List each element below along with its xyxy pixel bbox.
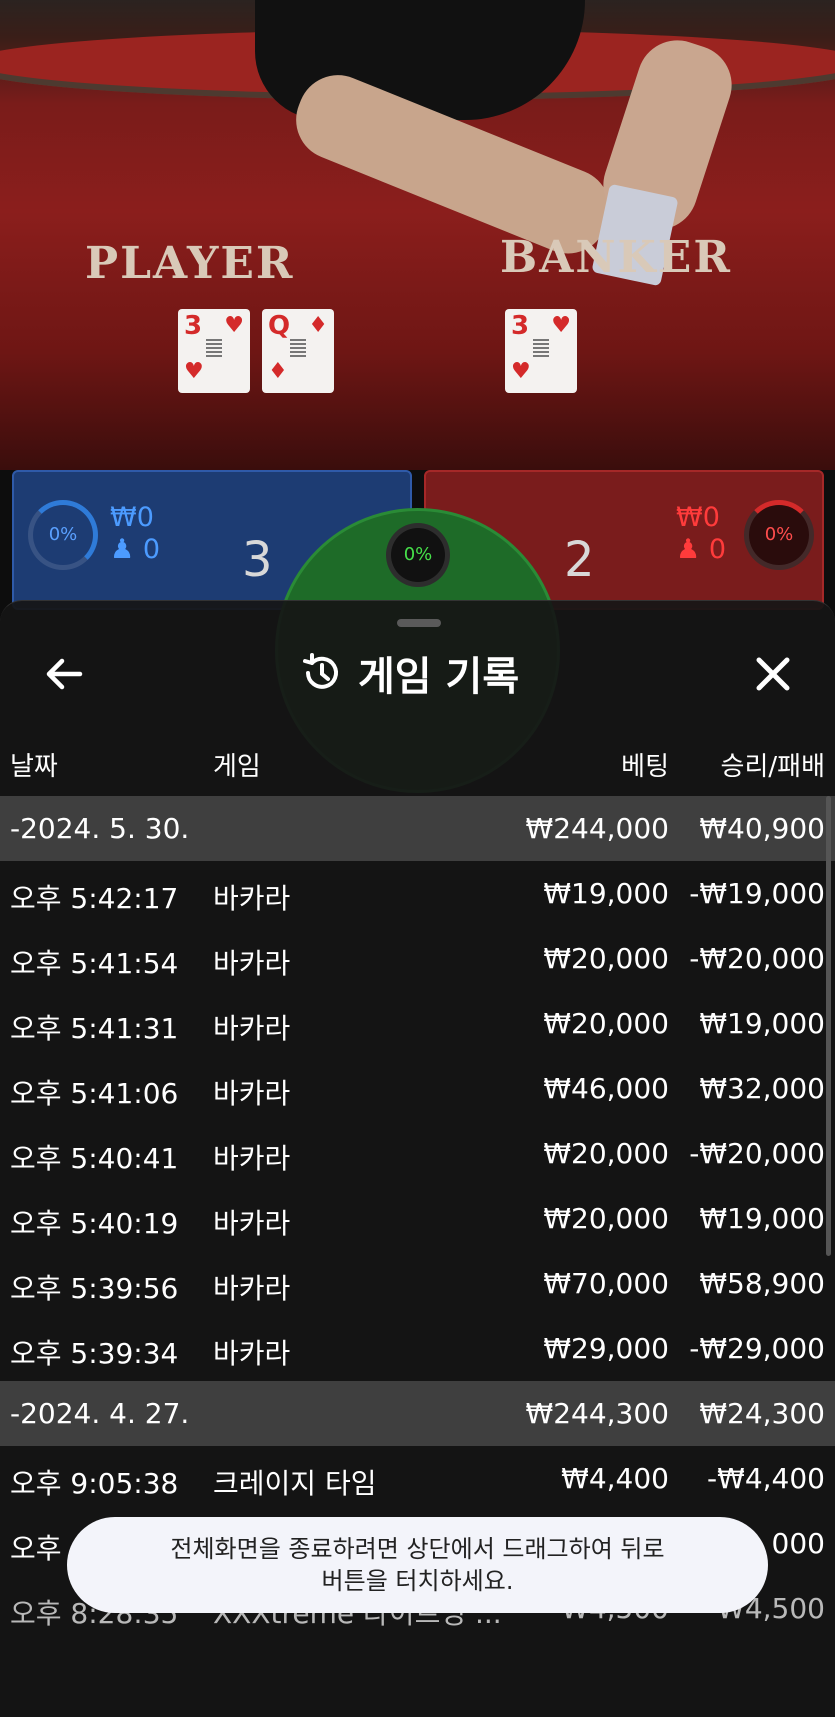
column-header-game: 게임 — [213, 752, 261, 782]
history-icon — [303, 653, 338, 689]
tie-percent-ring: 0% — [386, 523, 450, 587]
person-icon: ♟ — [676, 534, 701, 565]
column-header-date: 날짜 — [10, 752, 58, 782]
close-button[interactable] — [748, 649, 798, 699]
person-icon: ♟ — [110, 534, 135, 565]
player-card: Q ♦ ♦ — [262, 309, 334, 393]
page-title: 게임 기록 — [358, 654, 520, 700]
history-row[interactable]: 오후 9:05:38 크레이지 타임 ₩4,400 -₩4,400 — [0, 1446, 835, 1511]
game-history-sheet: 게임 기록 날짜 게임 베팅 승리/패배 -2024. 5. 30. ₩244,… — [0, 600, 835, 1717]
toast-line: 버튼을 터치하세요. — [321, 1567, 514, 1595]
banker-bettor-count: ♟ 0 — [676, 534, 726, 565]
player-score: 3 — [242, 532, 273, 588]
history-row[interactable]: 오후 5:42:17 바카라 ₩19,000 -₩19,000 — [0, 861, 835, 926]
banker-percent-ring: 0% — [744, 500, 814, 570]
close-icon — [756, 657, 790, 691]
player-card: 3 ♥ ♥ — [178, 309, 250, 393]
banker-score: 2 — [564, 532, 595, 588]
back-button[interactable] — [40, 649, 90, 699]
banker-bet-amount: ₩0 — [676, 502, 720, 533]
scrollbar[interactable] — [826, 796, 831, 1256]
history-row[interactable]: 오후 5:39:34 바카라 ₩29,000 -₩29,000 — [0, 1316, 835, 1381]
history-row[interactable]: 오후 5:41:31 바카라 ₩20,000 ₩19,000 — [0, 991, 835, 1056]
banker-card: 3 ♥ ♥ — [505, 309, 577, 393]
column-header-bet: 베팅 — [621, 752, 669, 782]
table-banker-label: BANKER — [500, 232, 732, 283]
toast-line: 전체화면을 종료하려면 상단에서 드래그하여 뒤로 — [170, 1535, 665, 1563]
history-list[interactable]: -2024. 5. 30. ₩244,000 ₩40,900 오후 5:42:1… — [0, 796, 835, 1641]
history-row[interactable]: 오후 5:40:19 바카라 ₩20,000 ₩19,000 — [0, 1186, 835, 1251]
live-video: PLAYER BANKER 3 ♥ ♥ Q ♦ ♦ 3 ♥ ♥ — [0, 0, 835, 470]
history-row[interactable]: 오후 5:41:06 바카라 ₩46,000 ₩32,000 — [0, 1056, 835, 1121]
sheet-drag-handle[interactable] — [397, 619, 441, 627]
sheet-header: 게임 기록 — [300, 645, 519, 701]
fullscreen-exit-toast: 전체화면을 종료하려면 상단에서 드래그하여 뒤로 버튼을 터치하세요. — [67, 1517, 768, 1613]
history-row[interactable]: 오후 5:40:41 바카라 ₩20,000 -₩20,000 — [0, 1121, 835, 1186]
column-header-result: 승리/패배 — [720, 752, 825, 782]
player-bet-amount: ₩0 — [110, 502, 154, 533]
player-percent-ring: 0% — [28, 500, 98, 570]
player-bettor-count: ♟ 0 — [110, 534, 160, 565]
table-player-label: PLAYER — [85, 238, 295, 289]
history-row[interactable]: 오후 5:41:54 바카라 ₩20,000 -₩20,000 — [0, 926, 835, 991]
history-row[interactable]: 오후 5:39:56 바카라 ₩70,000 ₩58,900 — [0, 1251, 835, 1316]
date-group-header[interactable]: -2024. 4. 27. ₩244,300 ₩24,300 — [0, 1381, 835, 1446]
bet-area: 0% ₩0 ♟ 0 3 ₩0 ♟ 0 0% 2 0% — [0, 470, 835, 793]
date-group-header[interactable]: -2024. 5. 30. ₩244,000 ₩40,900 — [0, 796, 835, 861]
arrow-left-icon — [46, 658, 83, 690]
